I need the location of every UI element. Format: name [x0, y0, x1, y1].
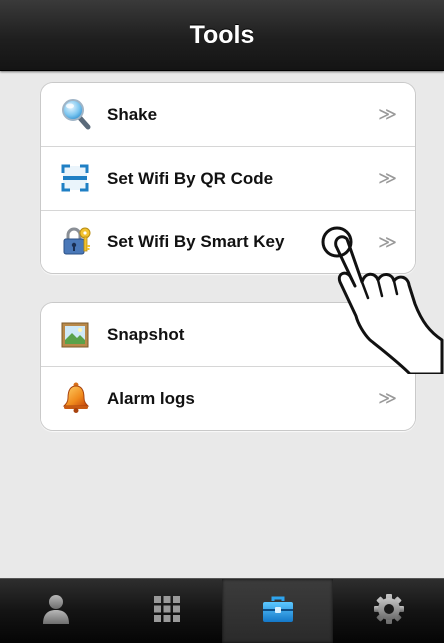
chevron-right-icon: ≫	[378, 388, 397, 409]
tab-bar	[0, 578, 444, 643]
chevron-right-icon: ≫	[378, 104, 397, 125]
snapshot-label: Snapshot	[107, 324, 185, 344]
tab-tools[interactable]	[222, 579, 333, 643]
magnifier-icon	[61, 98, 91, 135]
tab-contacts[interactable]	[0, 579, 111, 643]
person-icon	[42, 593, 70, 630]
alarm-logs-label: Alarm logs	[107, 388, 195, 408]
shake-row[interactable]: Shake ≫	[41, 83, 415, 146]
qr-scan-icon	[61, 164, 89, 197]
gear-icon	[373, 593, 405, 630]
tap-hand-icon	[318, 224, 444, 379]
set-wifi-qr-row[interactable]: Set Wifi By QR Code ≫	[41, 147, 415, 210]
bell-icon	[61, 381, 91, 418]
set-wifi-smart-key-label: Set Wifi By Smart Key	[107, 232, 285, 251]
chevron-right-icon: ≫	[378, 168, 397, 189]
picture-icon	[61, 322, 89, 353]
page-title: Tools	[189, 20, 255, 49]
toolbox-icon	[262, 594, 294, 629]
nav-bar: Tools	[0, 0, 444, 71]
set-wifi-qr-label: Set Wifi By QR Code	[107, 168, 274, 188]
tab-apps[interactable]	[111, 579, 222, 643]
shake-label: Shake	[107, 104, 158, 124]
lock-key-icon	[61, 225, 93, 262]
grid-icon	[153, 595, 181, 628]
tab-settings[interactable]	[333, 579, 444, 643]
